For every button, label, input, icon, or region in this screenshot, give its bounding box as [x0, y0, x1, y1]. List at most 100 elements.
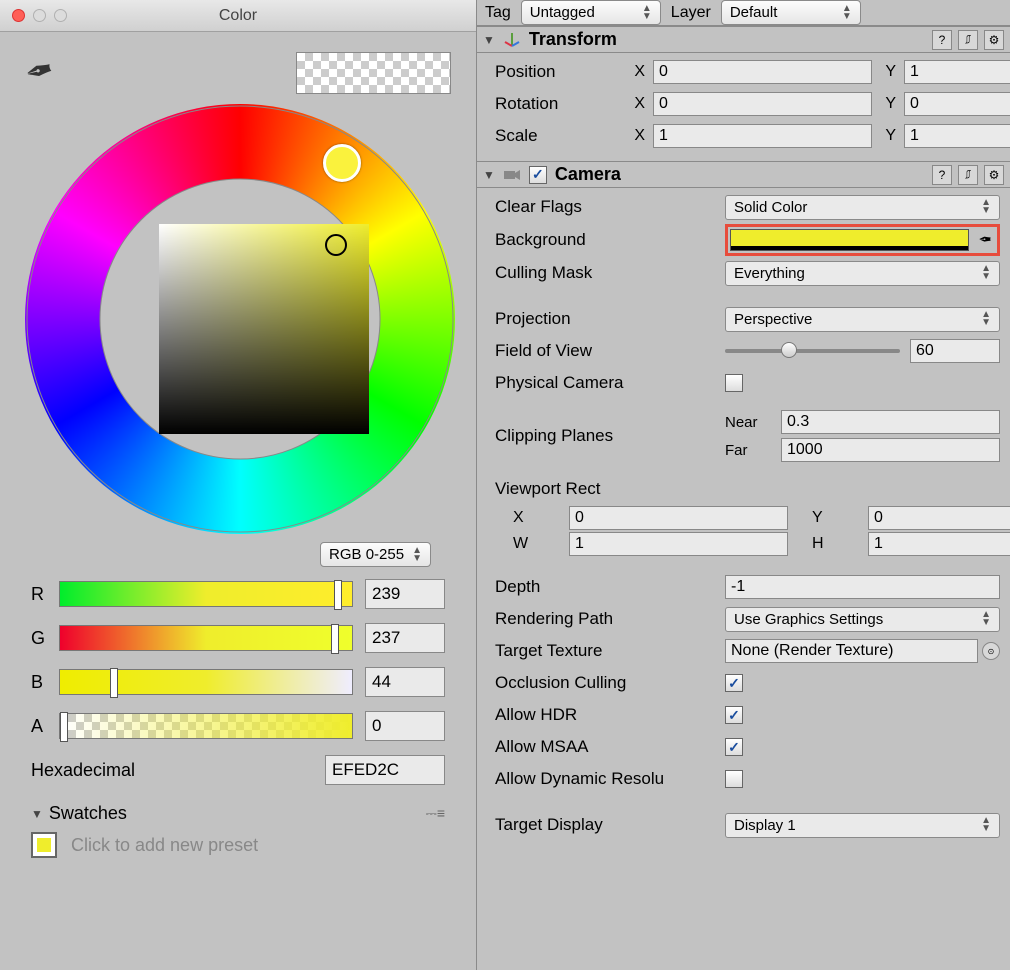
scale-x-input[interactable]	[653, 124, 872, 148]
color-wheel[interactable]	[25, 104, 455, 534]
preset-icon[interactable]: ⎎	[958, 30, 978, 50]
target-texture-label: Target Texture	[495, 641, 725, 661]
r-input[interactable]	[365, 579, 445, 609]
background-label: Background	[495, 230, 725, 250]
camera-header[interactable]: ▼ Camera ? ⎎ ⚙	[477, 161, 1010, 188]
hue-thumb[interactable]	[323, 144, 361, 182]
allow-hdr-label: Allow HDR	[495, 705, 725, 725]
viewport-x-input[interactable]	[569, 506, 788, 530]
target-display-dropdown[interactable]: Display 1	[725, 813, 1000, 838]
swatches-foldout[interactable]: ▼ Swatches ⎓≡	[31, 803, 445, 824]
fov-input[interactable]	[910, 339, 1000, 363]
transform-title: Transform	[529, 29, 924, 50]
gear-icon[interactable]: ⚙	[984, 165, 1004, 185]
depth-label: Depth	[495, 577, 725, 597]
fov-slider[interactable]	[725, 349, 900, 353]
target-display-label: Target Display	[495, 815, 725, 835]
position-x-input[interactable]	[653, 60, 872, 84]
clear-flags-label: Clear Flags	[495, 197, 725, 217]
chevron-updown-icon	[981, 817, 991, 833]
add-preset-hint: Click to add new preset	[71, 835, 258, 856]
projection-label: Projection	[495, 309, 725, 329]
help-icon[interactable]: ?	[932, 165, 952, 185]
viewport-h-input[interactable]	[868, 532, 1010, 556]
viewport-w-input[interactable]	[569, 532, 788, 556]
chevron-down-icon[interactable]: ▼	[483, 168, 495, 182]
culling-mask-dropdown[interactable]: Everything	[725, 261, 1000, 286]
scale-label: Scale	[495, 126, 625, 146]
b-slider[interactable]	[59, 669, 353, 695]
far-label: Far	[725, 442, 781, 459]
near-input[interactable]	[781, 410, 1000, 434]
occlusion-culling-checkbox[interactable]	[725, 674, 743, 692]
b-label: B	[31, 672, 59, 693]
window-title: Color	[0, 7, 476, 25]
transform-header[interactable]: ▼ Transform ? ⎎ ⚙	[477, 26, 1010, 53]
allow-msaa-checkbox[interactable]	[725, 738, 743, 756]
a-input[interactable]	[365, 711, 445, 741]
culling-mask-label: Culling Mask	[495, 263, 725, 283]
position-y-input[interactable]	[904, 60, 1010, 84]
camera-title: Camera	[555, 164, 924, 185]
color-mode-dropdown[interactable]: RGB 0-255	[320, 542, 431, 567]
r-label: R	[31, 584, 59, 605]
target-texture-field[interactable]	[725, 639, 978, 663]
background-highlight: ✒	[725, 224, 1000, 256]
allow-hdr-checkbox[interactable]	[725, 706, 743, 724]
fov-label: Field of View	[495, 341, 725, 361]
viewport-y-input[interactable]	[868, 506, 1010, 530]
window-titlebar[interactable]: Color	[0, 0, 476, 32]
g-label: G	[31, 628, 59, 649]
layer-label: Layer	[671, 4, 711, 22]
swatches-menu-icon[interactable]: ⎓≡	[426, 805, 445, 822]
eyedropper-icon[interactable]: ✒	[20, 49, 58, 95]
projection-dropdown[interactable]: Perspective	[725, 307, 1000, 332]
inspector-panel: Tag Untagged Layer Default ▼ Transform ?…	[477, 0, 1010, 970]
allow-msaa-label: Allow MSAA	[495, 737, 725, 757]
gear-icon[interactable]: ⚙	[984, 30, 1004, 50]
allow-dynamic-res-checkbox[interactable]	[725, 770, 743, 788]
physical-camera-label: Physical Camera	[495, 373, 725, 393]
clipping-planes-label: Clipping Planes	[495, 426, 725, 446]
g-input[interactable]	[365, 623, 445, 653]
add-preset-button[interactable]	[31, 832, 57, 858]
transform-icon	[503, 31, 521, 49]
sv-thumb[interactable]	[325, 234, 347, 256]
clear-flags-dropdown[interactable]: Solid Color	[725, 195, 1000, 220]
b-input[interactable]	[365, 667, 445, 697]
eyedropper-icon[interactable]: ✒	[975, 230, 995, 250]
object-picker-icon[interactable]: ⊙	[982, 642, 1000, 660]
rendering-path-label: Rendering Path	[495, 609, 725, 629]
tag-dropdown[interactable]: Untagged	[521, 0, 661, 25]
far-input[interactable]	[781, 438, 1000, 462]
preset-icon[interactable]: ⎎	[958, 165, 978, 185]
physical-camera-checkbox[interactable]	[725, 374, 743, 392]
r-slider[interactable]	[59, 581, 353, 607]
color-picker-window: Color ✒ R	[0, 0, 477, 970]
chevron-down-icon[interactable]: ▼	[483, 33, 495, 47]
chevron-updown-icon	[981, 611, 991, 627]
chevron-updown-icon	[981, 199, 991, 215]
layer-dropdown[interactable]: Default	[721, 0, 861, 25]
rotation-x-input[interactable]	[653, 92, 872, 116]
color-mode-label: RGB 0-255	[329, 546, 404, 563]
hex-input[interactable]	[325, 755, 445, 785]
scale-y-input[interactable]	[904, 124, 1010, 148]
current-color-swatch	[296, 52, 451, 94]
saturation-value-box[interactable]	[159, 224, 369, 434]
help-icon[interactable]: ?	[932, 30, 952, 50]
chevron-updown-icon	[842, 5, 852, 21]
chevron-updown-icon	[412, 547, 422, 563]
a-slider[interactable]	[59, 713, 353, 739]
depth-input[interactable]	[725, 575, 1000, 599]
hex-label: Hexadecimal	[31, 760, 325, 781]
tag-label: Tag	[485, 4, 511, 22]
camera-enable-checkbox[interactable]	[529, 166, 547, 184]
rendering-path-dropdown[interactable]: Use Graphics Settings	[725, 607, 1000, 632]
g-slider[interactable]	[59, 625, 353, 651]
chevron-updown-icon	[981, 311, 991, 327]
viewport-rect-label: Viewport Rect	[495, 479, 725, 499]
background-color-field[interactable]	[730, 229, 969, 251]
rotation-y-input[interactable]	[904, 92, 1010, 116]
occlusion-culling-label: Occlusion Culling	[495, 673, 725, 693]
